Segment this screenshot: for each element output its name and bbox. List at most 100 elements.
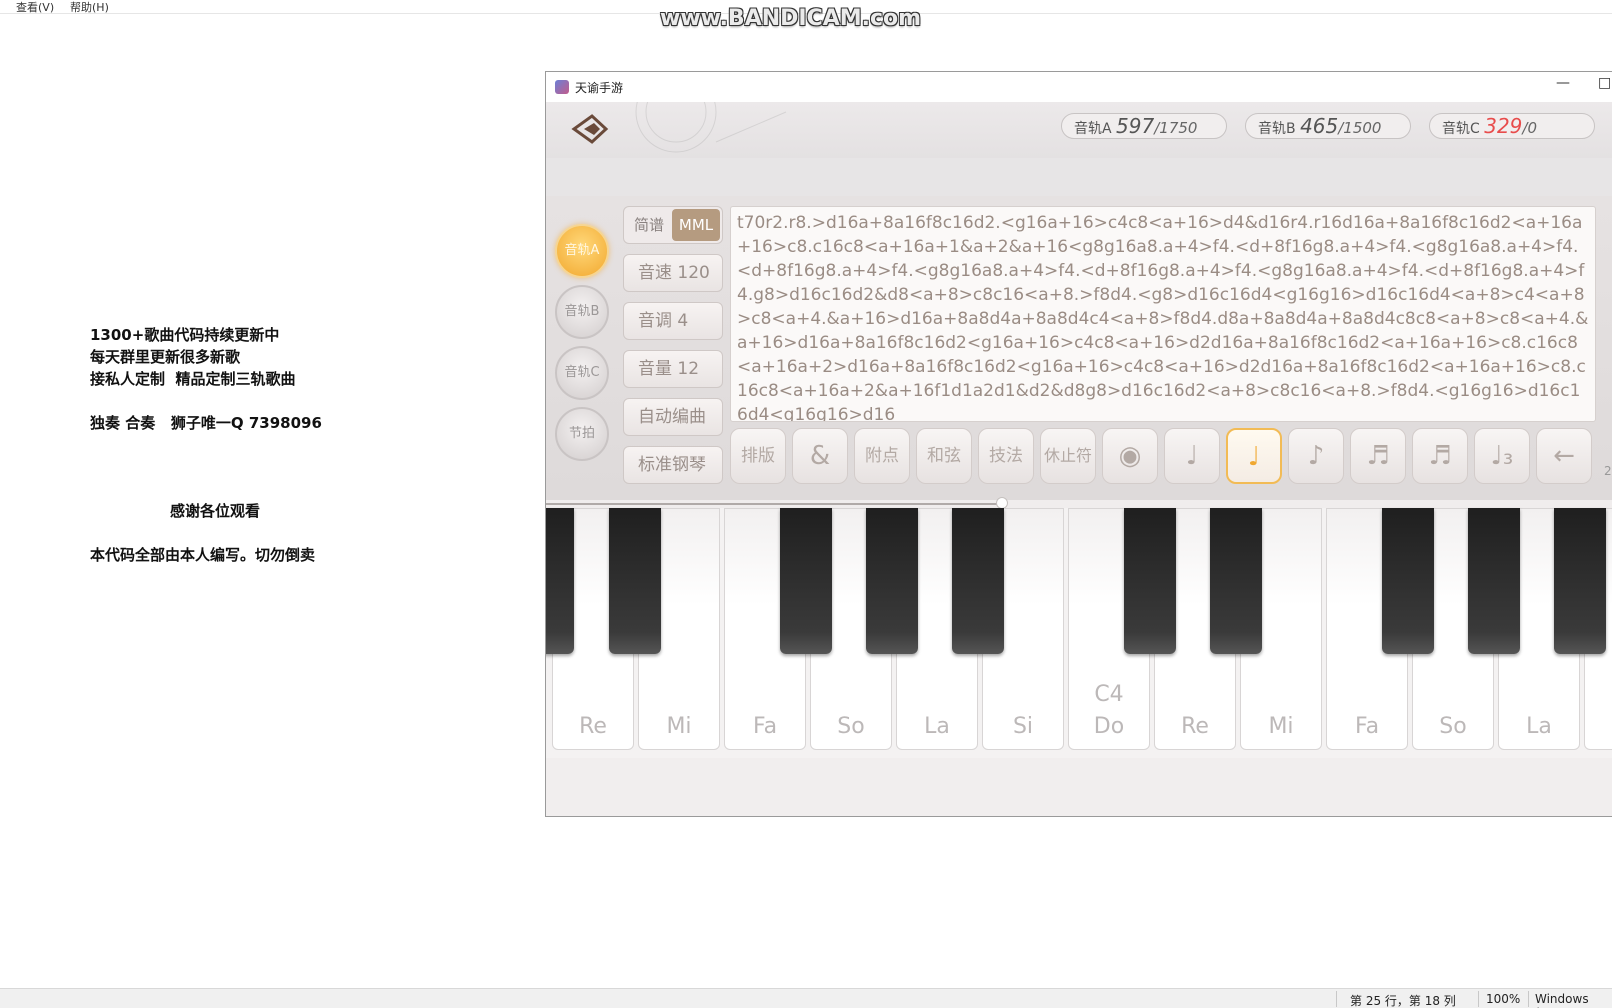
ampersand-icon: & bbox=[809, 441, 831, 471]
track-b-counter: 音轨B 465/1500 bbox=[1245, 113, 1411, 139]
chord-button[interactable]: 和弦 bbox=[916, 428, 972, 484]
track-b-current: 465 bbox=[1300, 114, 1339, 138]
tempo-button[interactable]: 音速 120 bbox=[623, 254, 723, 292]
key-label: 音调 bbox=[638, 311, 672, 331]
backspace-button[interactable]: ← bbox=[1536, 428, 1592, 484]
piano-black-key[interactable] bbox=[1468, 508, 1520, 654]
quarter-note-icon: ♩ bbox=[1247, 442, 1261, 472]
maximize-button[interactable]: □ bbox=[1598, 75, 1611, 91]
tempo-label: 音速 bbox=[638, 263, 672, 283]
track-c-current: 329 bbox=[1484, 114, 1523, 138]
key-label: La bbox=[1526, 714, 1552, 739]
key-label: Fa bbox=[752, 714, 778, 739]
half-note-icon: ♩ bbox=[1185, 441, 1199, 471]
mode-mml[interactable]: MML bbox=[672, 209, 720, 241]
piano-black-key[interactable] bbox=[546, 508, 574, 654]
minimize-button[interactable]: — bbox=[1556, 75, 1570, 91]
decoration-icon bbox=[635, 102, 787, 153]
triplet-icon: ♩₃ bbox=[1490, 441, 1514, 471]
piano-black-key[interactable] bbox=[609, 508, 661, 654]
note-line: 接私人定制 精品定制三轨歌曲 bbox=[90, 370, 296, 388]
slider-fill bbox=[546, 503, 1002, 505]
triplet-button[interactable]: ♩₃ bbox=[1474, 428, 1530, 484]
key-button[interactable]: 音调 4 bbox=[623, 302, 723, 340]
quarter-note-button[interactable]: ♩ bbox=[1226, 428, 1282, 484]
note-line: 1300+歌曲代码持续更新中 bbox=[90, 326, 280, 344]
key-label: Do bbox=[1093, 714, 1125, 739]
track-a-label: 音轨A bbox=[1074, 121, 1112, 137]
track-b-label: 音轨B bbox=[1258, 121, 1296, 137]
piano-black-key[interactable] bbox=[1124, 508, 1176, 654]
track-a-max: /1750 bbox=[1154, 119, 1198, 137]
game-window: 天谕手游 — □ 音轨A 597/1750 音轨B 465/1500 音轨C 3… bbox=[545, 71, 1612, 817]
editor-panel: 音轨A 音轨B 音轨C 节拍 简谱 MML 音速 120 音调 4 音量 12 … bbox=[546, 196, 1612, 500]
scroll-slider[interactable] bbox=[546, 497, 1612, 509]
menu-view[interactable]: 查看(V) bbox=[16, 0, 54, 15]
track-c-counter: 音轨C 329/0 bbox=[1429, 113, 1595, 139]
beat-button[interactable]: 节拍 bbox=[555, 407, 609, 461]
track-c-button[interactable]: 音轨C bbox=[555, 346, 609, 400]
line-ending: Windows (CR bbox=[1535, 992, 1589, 1008]
whole-note-icon: ◉ bbox=[1118, 441, 1142, 471]
technique-button[interactable]: 技法 bbox=[978, 428, 1034, 484]
piano-black-key[interactable] bbox=[1554, 508, 1606, 654]
track-c-max: /0 bbox=[1522, 119, 1538, 137]
track-b-max: /1500 bbox=[1338, 119, 1382, 137]
piano-black-key[interactable] bbox=[952, 508, 1004, 654]
mml-code-input[interactable]: t70r2.r8.>d16a+8a16f8c16d2.<g16a+16>c4c8… bbox=[730, 206, 1596, 422]
key-label: Re bbox=[579, 714, 607, 739]
key-value: 4 bbox=[677, 311, 689, 331]
thirtysecond-note-icon: ♬ bbox=[1428, 441, 1452, 471]
piano-black-key[interactable] bbox=[1210, 508, 1262, 654]
tie-button[interactable]: & bbox=[792, 428, 848, 484]
menu-help[interactable]: 帮助(H) bbox=[70, 0, 109, 15]
eighth-note-button[interactable]: ♪ bbox=[1288, 428, 1344, 484]
app-icon bbox=[555, 80, 569, 94]
instrument-button[interactable]: 标准钢琴 bbox=[623, 446, 723, 484]
back-logo-icon[interactable] bbox=[570, 112, 610, 146]
rest-button[interactable]: 休止符 bbox=[1040, 428, 1096, 484]
sixteenth-note-button[interactable]: ♬ bbox=[1350, 428, 1406, 484]
key-label: Fa bbox=[1354, 714, 1380, 739]
piano-black-key[interactable] bbox=[780, 508, 832, 654]
top-header: 音轨A 597/1750 音轨B 465/1500 音轨C 329/0 bbox=[546, 102, 1612, 158]
track-a-current: 597 bbox=[1116, 114, 1155, 138]
layout-button[interactable]: 排版 bbox=[730, 428, 786, 484]
side-number: 2 bbox=[1604, 464, 1612, 478]
note-line: 每天群里更新很多新歌 bbox=[90, 348, 241, 366]
key-label: Si bbox=[1012, 714, 1034, 739]
thirtysecond-note-button[interactable]: ♬ bbox=[1412, 428, 1468, 484]
watermark: www.BANDICAM.com bbox=[660, 6, 922, 31]
track-a-button[interactable]: 音轨A bbox=[555, 224, 609, 278]
eighth-note-icon: ♪ bbox=[1307, 441, 1325, 471]
key-label: La bbox=[924, 714, 950, 739]
piano-black-key[interactable] bbox=[1382, 508, 1434, 654]
piano-keyboard: Re Mi Fa So La Si C4 Do Re Mi Fa So La bbox=[546, 508, 1612, 758]
key-label: So bbox=[1439, 714, 1467, 739]
dot-button[interactable]: 附点 bbox=[854, 428, 910, 484]
track-b-button[interactable]: 音轨B bbox=[555, 285, 609, 339]
track-a-counter: 音轨A 597/1750 bbox=[1061, 113, 1227, 139]
octave-label: C4 bbox=[1094, 682, 1124, 707]
mode-jianpu[interactable]: 简谱 bbox=[624, 207, 674, 243]
half-note-button[interactable]: ♩ bbox=[1164, 428, 1220, 484]
auto-compose-button[interactable]: 自动编曲 bbox=[623, 398, 723, 436]
key-label: So bbox=[837, 714, 865, 739]
cursor-position: 第 25 行，第 18 列 bbox=[1350, 994, 1456, 1008]
volume-label: 音量 bbox=[638, 359, 672, 379]
key-label: Re bbox=[1181, 714, 1209, 739]
volume-button[interactable]: 音量 12 bbox=[623, 350, 723, 388]
note-line: 感谢各位观看 bbox=[170, 502, 261, 520]
note-line: 独奏 合奏 狮子唯一Q 7398096 bbox=[90, 414, 322, 432]
mode-toggle[interactable]: 简谱 MML bbox=[623, 206, 723, 244]
sub-header bbox=[546, 158, 1612, 196]
key-label: Mi bbox=[666, 714, 692, 739]
volume-value: 12 bbox=[677, 359, 700, 379]
arrow-left-icon: ← bbox=[1553, 441, 1575, 471]
note-line: 本代码全部由本人编写。切勿倒卖 bbox=[90, 546, 316, 564]
piano-black-key[interactable] bbox=[866, 508, 918, 654]
track-c-label: 音轨C bbox=[1442, 121, 1480, 137]
zoom-level: 100% bbox=[1486, 992, 1521, 1006]
whole-note-button[interactable]: ◉ bbox=[1102, 428, 1158, 484]
game-content: 音轨A 597/1750 音轨B 465/1500 音轨C 329/0 音轨A … bbox=[546, 102, 1612, 816]
